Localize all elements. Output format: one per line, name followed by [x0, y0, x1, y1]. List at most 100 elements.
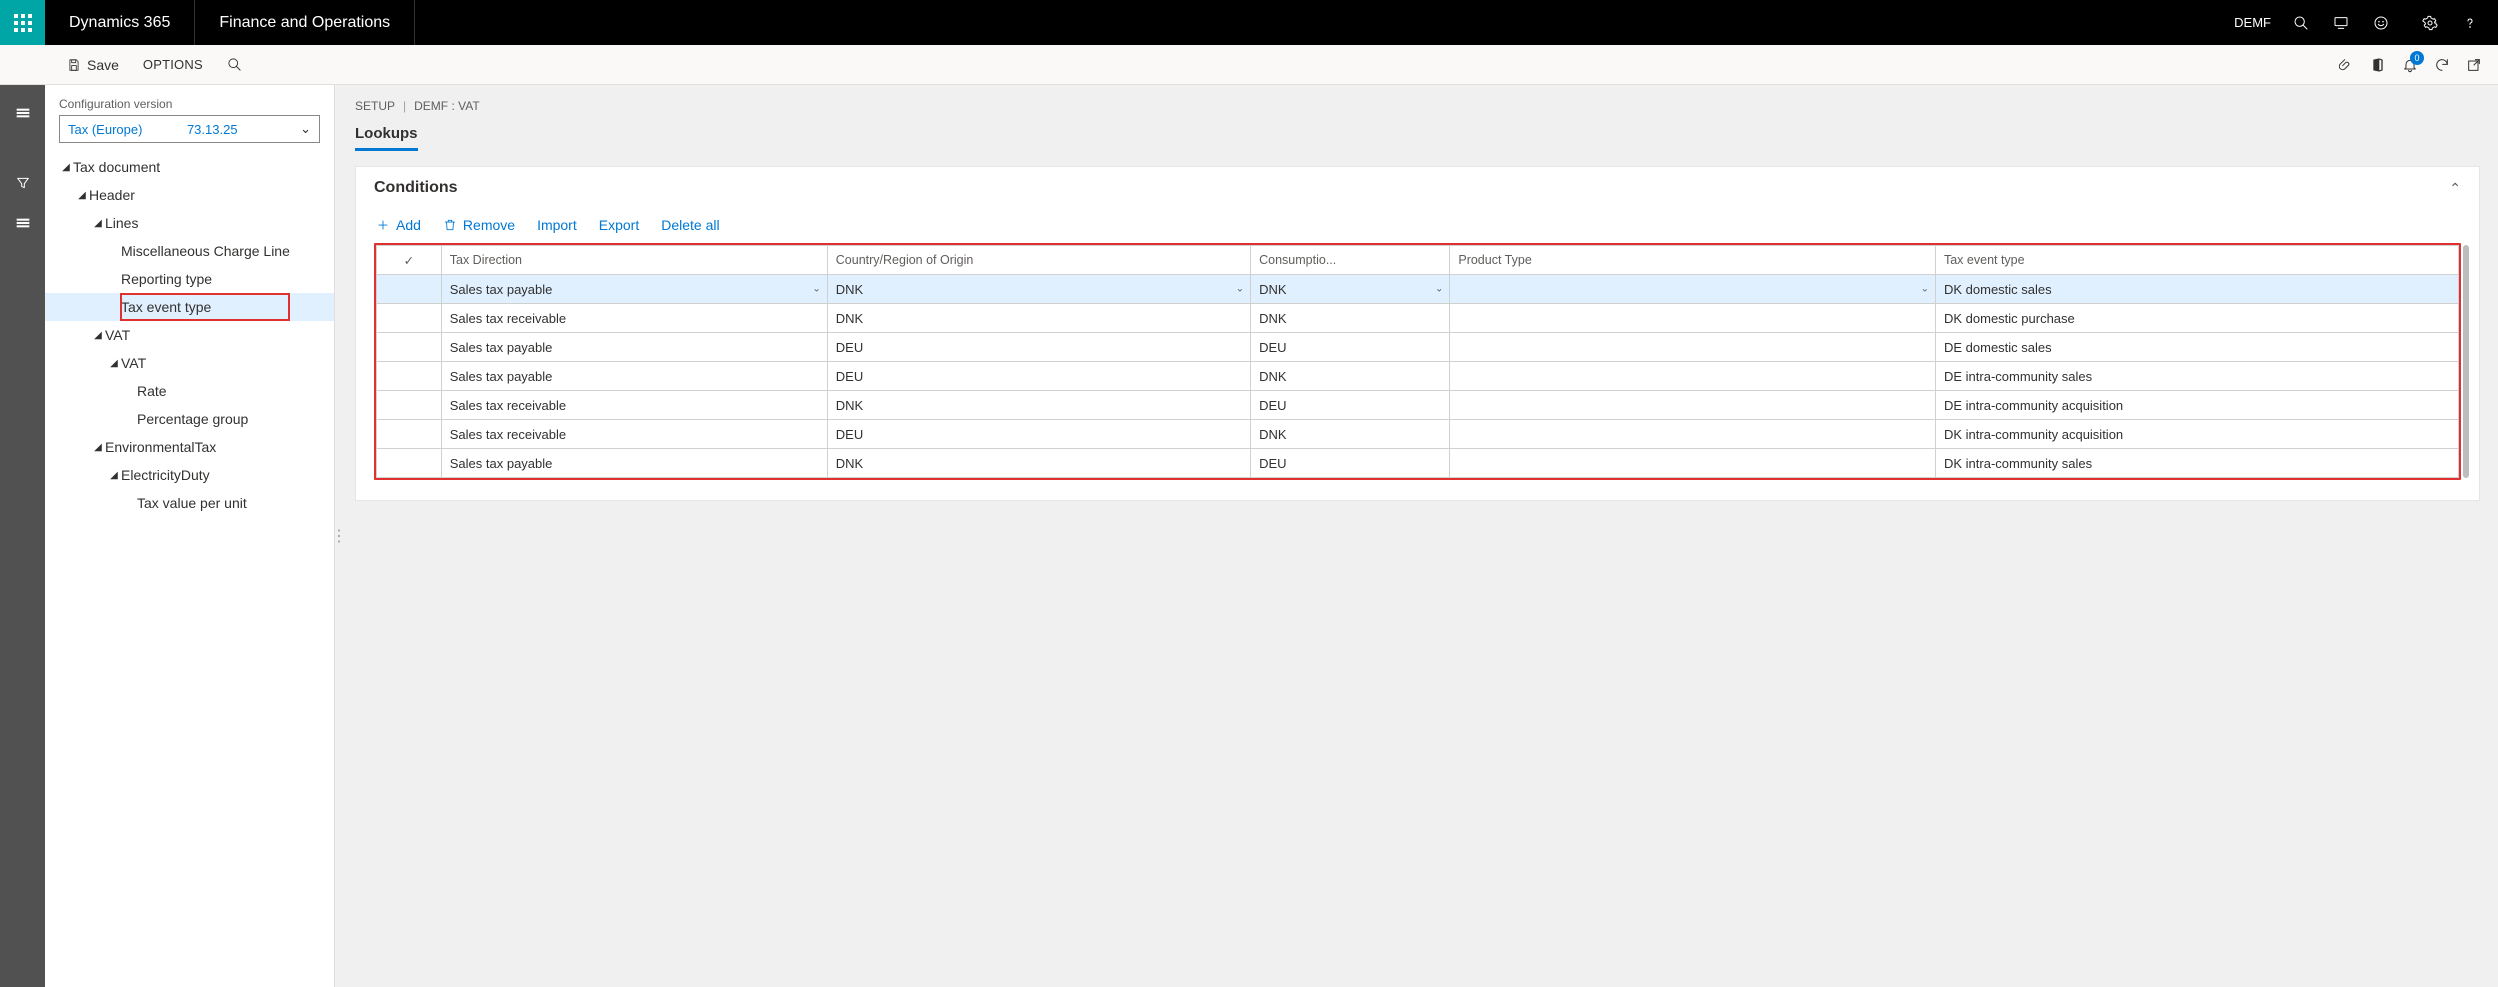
cell-product-type[interactable]	[1450, 362, 1936, 391]
refresh-button[interactable]	[2426, 45, 2458, 85]
hamburger-button[interactable]	[0, 93, 45, 133]
cell-country[interactable]: DNK	[827, 391, 1250, 420]
export-button[interactable]: Export	[599, 217, 639, 233]
cell-tax-event[interactable]: DK intra-community sales	[1935, 449, 2458, 478]
cell-tax-direction[interactable]: Sales tax receivable	[441, 391, 827, 420]
cell-consumption[interactable]: DNK	[1251, 304, 1450, 333]
table-row[interactable]: Sales tax payableDEUDNK DE intra-communit…	[377, 362, 2459, 391]
cell-product-type[interactable]	[1450, 333, 1936, 362]
tree-header[interactable]: ◢Header	[45, 181, 334, 209]
notifications-button[interactable]: 0	[2394, 45, 2426, 85]
tree-vat[interactable]: ◢VAT	[45, 321, 334, 349]
tree-lines[interactable]: ◢Lines	[45, 209, 334, 237]
cell-country[interactable]: DEU	[827, 333, 1250, 362]
tree-percentage-group[interactable]: ◢Percentage group	[45, 405, 334, 433]
tree-tax-event-type[interactable]: ◢Tax event type	[45, 293, 334, 321]
delete-all-button[interactable]: Delete all	[661, 217, 719, 233]
cell-consumption[interactable]: DNK	[1251, 420, 1450, 449]
row-select-cell[interactable]	[377, 391, 442, 420]
cell-tax-direction[interactable]: Sales tax payable	[441, 333, 827, 362]
col-tax-event[interactable]: Tax event type	[1935, 246, 2458, 275]
row-select-cell[interactable]	[377, 362, 442, 391]
config-version-select[interactable]: Tax (Europe) 73.13.25 ⌄	[59, 115, 320, 143]
cell-tax-direction[interactable]: Sales tax receivable	[441, 420, 827, 449]
cell-tax-event[interactable]: DE domestic sales	[1935, 333, 2458, 362]
cell-tax-direction[interactable]: Sales tax receivable	[441, 304, 827, 333]
collapse-button[interactable]: ⌃	[2449, 180, 2461, 197]
col-consumption[interactable]: Consumptio...	[1251, 246, 1450, 275]
import-button[interactable]: Import	[537, 217, 577, 233]
company-code[interactable]: DEMF	[2224, 15, 2281, 30]
cell-consumption[interactable]: DEU	[1251, 391, 1450, 420]
row-select-cell[interactable]	[377, 304, 442, 333]
tree-misc-charge[interactable]: ◢Miscellaneous Charge Line	[45, 237, 334, 265]
table-row[interactable]: Sales tax payableDEUDEUDE domestic sales	[377, 333, 2459, 362]
tree-reporting-type[interactable]: ◢Reporting type	[45, 265, 334, 293]
cell-product-type[interactable]	[1450, 420, 1936, 449]
table-row[interactable]: Sales tax payableDNKDEU DK intra-communit…	[377, 449, 2459, 478]
cell-tax-direction[interactable]: Sales tax payable⌄	[441, 275, 827, 304]
save-button[interactable]: Save	[55, 45, 131, 85]
list-button[interactable]	[0, 203, 45, 243]
cell-product-type[interactable]	[1450, 391, 1936, 420]
tree-rate[interactable]: ◢Rate	[45, 377, 334, 405]
cell-country[interactable]: DEU	[827, 420, 1250, 449]
tree-tax-value-per-unit[interactable]: ◢Tax value per unit	[45, 489, 334, 517]
cell-product-type[interactable]	[1450, 304, 1936, 333]
cell-consumption[interactable]: DNK	[1251, 362, 1450, 391]
app-launcher-button[interactable]	[0, 0, 45, 45]
cell-tax-direction[interactable]: Sales tax payable	[441, 449, 827, 478]
col-tax-direction[interactable]: Tax Direction	[441, 246, 827, 275]
options-button[interactable]: OPTIONS	[131, 45, 215, 85]
tree-tax-document[interactable]: ◢Tax document	[45, 153, 334, 181]
feedback-button[interactable]	[2361, 0, 2401, 45]
panel-header[interactable]: Conditions ⌃	[356, 167, 2479, 203]
crumb-setup[interactable]: SETUP	[355, 99, 395, 113]
cell-consumption[interactable]: DNK⌄	[1251, 275, 1450, 304]
col-product-type[interactable]: Product Type	[1450, 246, 1936, 275]
cell-tax-event[interactable]: DK intra-community acquisition	[1935, 420, 2458, 449]
row-select-cell[interactable]	[377, 333, 442, 362]
cell-tax-event[interactable]: DK domestic purchase	[1935, 304, 2458, 333]
tree-environmental-tax[interactable]: ◢EnvironmentalTax	[45, 433, 334, 461]
table-row[interactable]: Sales tax payable⌄DNK⌄DNK⌄⌄DK domestic s…	[377, 275, 2459, 304]
cell-tax-event[interactable]: DK domestic sales	[1935, 275, 2458, 304]
cell-consumption[interactable]: DEU	[1251, 333, 1450, 362]
grid-scrollbar[interactable]	[2463, 245, 2469, 478]
cell-product-type[interactable]	[1450, 449, 1936, 478]
cell-tax-event[interactable]: DE intra-community sales	[1935, 362, 2458, 391]
splitter[interactable]	[335, 85, 343, 987]
cell-country[interactable]: DEU	[827, 362, 1250, 391]
cell-country[interactable]: DNK	[827, 449, 1250, 478]
module-link[interactable]: Finance and Operations	[195, 0, 415, 45]
table-row[interactable]: Sales tax receivableDNKDNKDK domestic pu…	[377, 304, 2459, 333]
brand-link[interactable]: Dynamics 365	[45, 0, 195, 45]
table-row[interactable]: Sales tax receivableDNKDEU DE intra-commu…	[377, 391, 2459, 420]
cell-consumption[interactable]: DEU	[1251, 449, 1450, 478]
task-recorder-button[interactable]	[2321, 0, 2361, 45]
remove-button[interactable]: Remove	[443, 217, 515, 233]
popout-button[interactable]	[2458, 45, 2490, 85]
filter-button[interactable]	[0, 163, 45, 203]
settings-button[interactable]	[2410, 0, 2450, 45]
row-select-cell[interactable]	[377, 420, 442, 449]
ribbon-search-button[interactable]	[215, 45, 254, 85]
tab-lookups[interactable]: Lookups	[355, 119, 418, 151]
add-button[interactable]: Add	[376, 217, 421, 233]
tree-electricity-duty[interactable]: ◢ElectricityDuty	[45, 461, 334, 489]
cell-tax-direction[interactable]: Sales tax payable	[441, 362, 827, 391]
cell-product-type[interactable]: ⌄	[1450, 275, 1936, 304]
col-country[interactable]: Country/Region of Origin	[827, 246, 1250, 275]
table-row[interactable]: Sales tax receivableDEUDNK DK intra-commu…	[377, 420, 2459, 449]
office-button[interactable]	[2362, 45, 2394, 85]
row-select-cell[interactable]	[377, 449, 442, 478]
col-select[interactable]: ✓	[377, 246, 442, 275]
cell-tax-event[interactable]: DE intra-community acquisition	[1935, 391, 2458, 420]
row-select-cell[interactable]	[377, 275, 442, 304]
help-button[interactable]	[2450, 0, 2490, 45]
tree-vat-sub[interactable]: ◢VAT	[45, 349, 334, 377]
cell-country[interactable]: DNK⌄	[827, 275, 1250, 304]
global-search-button[interactable]	[2281, 0, 2321, 45]
attachments-button[interactable]	[2330, 45, 2362, 85]
cell-country[interactable]: DNK	[827, 304, 1250, 333]
